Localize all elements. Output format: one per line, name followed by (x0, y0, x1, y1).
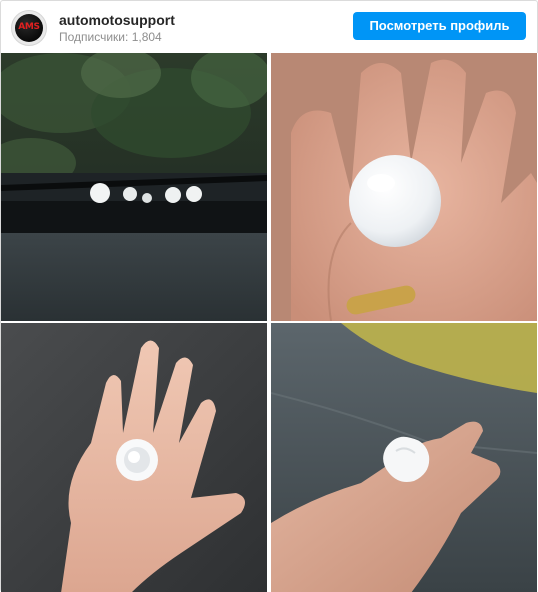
instagram-embed-card: AMS automotosupport Подписчики: 1,804 По… (0, 0, 538, 592)
photo-image (1, 53, 267, 321)
profile-header: AMS automotosupport Подписчики: 1,804 По… (1, 1, 537, 53)
photo-hailstone-in-open-hand[interactable] (1, 323, 267, 592)
photo-hailstones-on-windshield[interactable] (1, 53, 267, 321)
avatar-image: AMS (15, 14, 43, 42)
photo-large-hailstone-in-palm[interactable] (271, 53, 537, 321)
photo-image (271, 53, 537, 321)
photo-hailstone-in-hand-on-wet-road[interactable] (271, 323, 537, 592)
followers-label: Подписчики: (59, 30, 129, 44)
followers-count: 1,804 (131, 30, 162, 44)
photo-grid (1, 53, 538, 592)
followers-info: Подписчики: 1,804 (59, 30, 162, 44)
username[interactable]: automotosupport (59, 12, 175, 28)
avatar-logo-text: AMS (18, 22, 40, 32)
photo-image (1, 323, 267, 592)
view-profile-button[interactable]: Посмотреть профиль (353, 12, 526, 40)
photo-image (271, 323, 537, 592)
avatar[interactable]: AMS (11, 10, 47, 46)
